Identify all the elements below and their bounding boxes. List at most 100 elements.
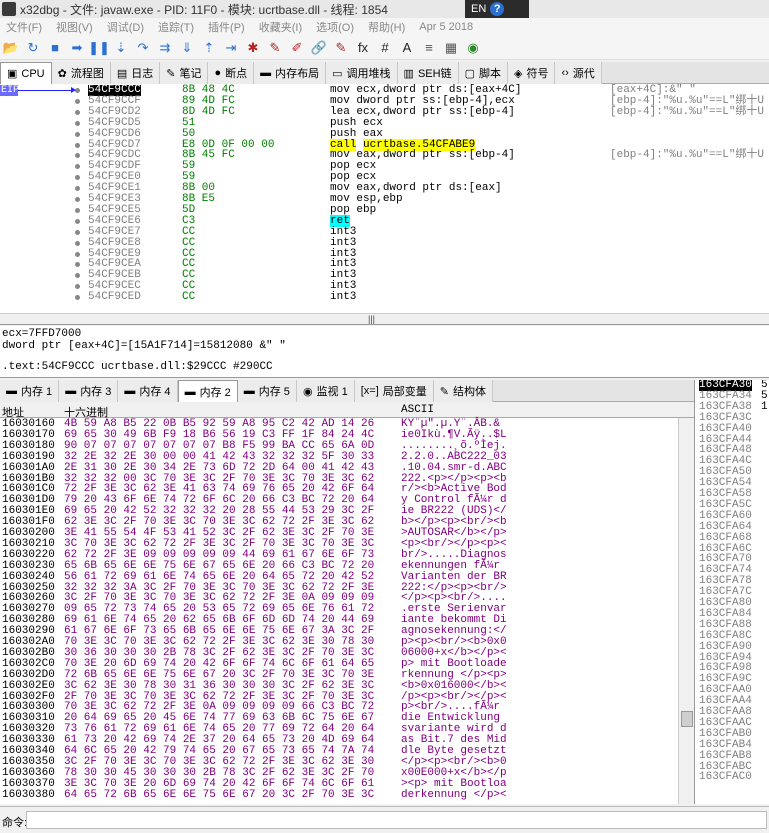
dump-tab-1[interactable]: ▬ 内存 3 (59, 380, 119, 402)
tab-8[interactable]: ▢ 脚本 (458, 62, 508, 84)
command-input[interactable] (26, 811, 767, 829)
script-icon[interactable]: ✱ (244, 39, 262, 57)
function-icon[interactable]: fx (354, 39, 372, 57)
stack-row[interactable]: 163CFA64 (695, 521, 769, 533)
stop-icon[interactable]: ■ (46, 39, 64, 57)
font-icon[interactable]: A (398, 39, 416, 57)
breakpoint-dot-icon[interactable] (75, 153, 80, 159)
disassembly-horizontal-scrollbar[interactable]: ||| (0, 313, 769, 324)
run-icon[interactable]: ➡ (68, 39, 86, 57)
tab-6[interactable]: ▭ 调用堆栈 (326, 62, 398, 84)
label-icon[interactable]: 🔗 (310, 39, 328, 57)
disasm-row[interactable]: 54CF9CED CC int3 (0, 292, 769, 303)
step-into-icon[interactable]: ⇣ (112, 39, 130, 57)
tab-2[interactable]: ▤ 日志 (110, 62, 161, 84)
dump-row[interactable]: 160302E0 3C 62 3E 30 78 30 31 36 30 30 30… (0, 680, 694, 692)
breakpoint-dot-icon[interactable] (75, 164, 80, 170)
tab-3[interactable]: ✎ 笔记 (160, 62, 209, 84)
dump-tab-2[interactable]: ▬ 内存 4 (118, 380, 178, 402)
breakpoint-dot-icon[interactable] (75, 229, 80, 235)
breakpoint-dot-icon[interactable] (75, 131, 80, 137)
breakpoint-dot-icon[interactable] (75, 251, 80, 257)
calculator-icon[interactable]: ▦ (442, 39, 460, 57)
menu-item-3[interactable]: 追踪(T) (158, 19, 194, 35)
dump-tab-5[interactable]: ◉ 监视 1 (296, 380, 355, 402)
breakpoint-dot-icon[interactable] (75, 109, 80, 115)
stack-row[interactable]: 163CFA68 (695, 532, 769, 544)
pause-icon[interactable]: ❚❚ (88, 39, 110, 57)
language-indicator[interactable]: EN ? (465, 0, 529, 18)
menu-item-5[interactable]: 收藏夹(I) (259, 19, 302, 35)
dump-tab-7[interactable]: ✎ 结构体 (433, 380, 493, 402)
breakpoint-dot-icon[interactable] (75, 218, 80, 224)
scroll-grip-icon[interactable]: ||| (368, 315, 386, 324)
disasm-row[interactable]: 54CF9CE8 CC int3 (0, 237, 769, 249)
tab-10[interactable]: ‹› 源代 (555, 62, 602, 84)
menu-item-6[interactable]: 选项(O) (316, 19, 354, 35)
bookmark-icon[interactable]: ✎ (332, 39, 350, 57)
strings-icon[interactable]: ≡ (420, 39, 438, 57)
breakpoint-dot-icon[interactable] (75, 295, 80, 301)
breakpoint-dot-icon[interactable] (75, 98, 80, 104)
patch-icon[interactable]: ✎ (266, 39, 284, 57)
dump-tab-4[interactable]: ▬ 内存 5 (237, 380, 297, 402)
tab-9[interactable]: ◈ 符号 (507, 62, 556, 84)
dump-row[interactable]: 160302D0 72 6B 65 6E 6E 75 6E 67 20 3C 2F… (0, 669, 694, 681)
hash-icon[interactable]: # (376, 39, 394, 57)
help-icon[interactable]: ? (490, 2, 505, 16)
stack-row[interactable]: 163CFA3C (695, 412, 769, 424)
dump-tab-6[interactable]: [x=] 局部变量 (354, 380, 434, 402)
dump-row[interactable]: 16030380 64 65 72 6B 65 6E 6E 75 6E 67 20… (0, 789, 694, 801)
breakpoint-dot-icon[interactable] (75, 284, 80, 290)
comment-icon[interactable]: ✐ (288, 39, 306, 57)
tab-5[interactable]: ▬ 内存布局 (254, 62, 327, 84)
disasm-row[interactable]: 54CF9CD6 50 push eax (0, 128, 769, 140)
stack-row[interactable]: 163CFAB8 (695, 750, 769, 762)
breakpoint-dot-icon[interactable] (75, 197, 80, 202)
step-over-icon[interactable]: ↷ (134, 39, 152, 57)
restart-icon[interactable]: ↻ (24, 39, 42, 57)
tab-1[interactable]: ✿ 流程图 (51, 62, 111, 84)
dump-row[interactable]: 16030240 56 61 72 69 61 6E 74 65 6E 20 64… (0, 571, 694, 583)
breakpoint-dot-icon[interactable] (75, 186, 80, 192)
disassembly-view[interactable]: 54CF9CCC 8B 48 4C mov ecx,dword ptr ds:[ea… (0, 84, 769, 325)
dump-vertical-scrollbar[interactable] (678, 418, 694, 804)
dump-tab-3[interactable]: ▬ 内存 2 (177, 380, 238, 402)
stack-row[interactable]: 163CFA8C (695, 630, 769, 642)
menu-item-7[interactable]: 帮助(H) (368, 19, 405, 35)
open-folder-icon[interactable]: 📂 (2, 39, 20, 57)
menu-item-4[interactable]: 插件(P) (208, 19, 245, 35)
breakpoint-dot-icon[interactable] (75, 120, 80, 126)
tab-4[interactable]: ● 断点 (208, 62, 255, 84)
memory-dump-view[interactable]: 地址 十六进制 ASCII 16030160 4B 59 A8 B5 22 0B … (0, 402, 694, 804)
tab-7[interactable]: ▥ SEH链 (397, 62, 459, 84)
memory-icon: ▬ (243, 385, 255, 397)
stack-row[interactable]: 163CFAB4 (695, 739, 769, 751)
globe-icon[interactable]: ◉ (464, 39, 482, 57)
breakpoint-dot-icon[interactable] (75, 207, 80, 213)
dump-row[interactable]: 16030230 65 6B 65 6E 6E 75 6E 67 65 6E 20… (0, 560, 694, 572)
menu-item-0[interactable]: 文件(F) (6, 19, 42, 35)
breakpoint-dot-icon[interactable] (75, 262, 80, 268)
dump-scroll-thumb[interactable] (681, 711, 693, 727)
dump-tab-0[interactable]: ▬ 内存 1 (0, 380, 60, 402)
trace-over-icon[interactable]: ⇓ (178, 39, 196, 57)
breakpoint-dot-icon[interactable] (75, 142, 80, 148)
tab-0[interactable]: ▣ CPU (0, 62, 52, 84)
stack-row[interactable]: 163CFAC0 (695, 772, 769, 783)
execute-till-return-icon[interactable]: ⇡ (200, 39, 218, 57)
trace-into-icon[interactable]: ⇉ (156, 39, 174, 57)
breakpoint-dot-icon[interactable] (75, 273, 80, 279)
breakpoint-dot-icon[interactable] (75, 175, 80, 181)
column-ascii[interactable]: ASCII (401, 404, 434, 416)
dump-row[interactable]: 16030190 32 2E 32 2E 30 00 00 41 42 43 32… (0, 451, 694, 463)
menu-item-1[interactable]: 视图(V) (56, 19, 93, 35)
stack-row[interactable]: 163CFA90 (695, 641, 769, 653)
breakpoint-dot-icon[interactable] (75, 240, 80, 246)
dump-row[interactable]: 16030370 3E 3C 70 3E 20 6D 69 74 20 42 6F… (0, 778, 694, 790)
stack-view[interactable]: 163CFA30 5 163CFA34 5 163CFA38 1 163CFA3C 163CF… (694, 380, 769, 804)
run-to-user-code-icon[interactable]: ⇥ (222, 39, 240, 57)
dump-row[interactable]: 160301A0 2E 31 30 2E 30 34 2E 73 6D 72 2D… (0, 462, 694, 474)
stack-row[interactable]: 163CFA40 (695, 423, 769, 435)
menu-item-2[interactable]: 调试(D) (107, 19, 144, 35)
